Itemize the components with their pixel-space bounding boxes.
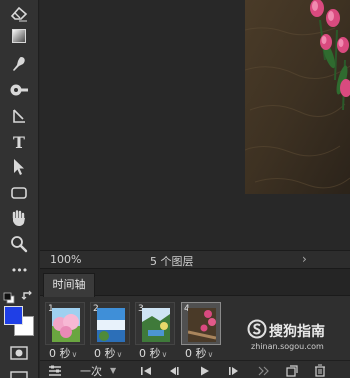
first-frame-icon[interactable] (140, 362, 152, 378)
document-info: 5 个图层 (150, 255, 194, 268)
frame-1[interactable]: 1 (45, 302, 85, 345)
delay-caret-icon: ∨ (116, 350, 123, 359)
sogou-watermark: 搜狗指南 zhinan.sogou.com (247, 318, 347, 358)
delay-caret-icon: ∨ (71, 350, 78, 359)
timeline-controls: 一次 ▼ (40, 360, 350, 378)
screen-mode-icon[interactable] (10, 367, 28, 378)
tulip-photo (245, 0, 350, 194)
zoom-level[interactable]: 100% (50, 253, 81, 266)
gradient-tool-icon[interactable] (6, 24, 32, 48)
chevron-down-icon: ▼ (110, 366, 117, 375)
frame-4[interactable]: 4 (181, 302, 221, 345)
next-frame-icon[interactable] (228, 362, 240, 378)
swap-colors-icon[interactable] (21, 288, 35, 302)
frame-3[interactable]: 3 (135, 302, 175, 345)
watermark-title: 搜狗指南 (269, 324, 325, 340)
status-menu-arrow-icon[interactable]: › (302, 252, 307, 266)
pen-tool-icon[interactable] (6, 104, 32, 128)
more-tools-icon[interactable]: ••• (6, 258, 32, 282)
frame-thumbnail (188, 308, 216, 342)
tween-frames-icon[interactable] (258, 362, 272, 378)
document-canvas[interactable] (40, 0, 350, 250)
panel-tab-bar: 时间轴 (40, 269, 350, 297)
delete-frame-icon[interactable] (314, 362, 326, 378)
frame-3-delay[interactable]: 0 秒∨ (139, 345, 167, 361)
frame-thumbnail (52, 308, 80, 342)
delay-caret-icon: ∨ (207, 350, 214, 359)
delay-caret-icon: ∨ (161, 350, 168, 359)
rectangle-tool-icon[interactable] (6, 181, 32, 205)
eraser-tool-icon[interactable] (6, 2, 32, 26)
blur-tool-icon[interactable] (6, 52, 32, 76)
frame-2[interactable]: 2 (90, 302, 130, 345)
zoom-tool-icon[interactable] (6, 232, 32, 256)
sogou-logo-icon (247, 319, 267, 339)
foreground-color-swatch[interactable] (4, 306, 23, 325)
loop-options-value: 一次 (80, 364, 102, 378)
frame-4-delay[interactable]: 0 秒∨ (185, 345, 213, 361)
watermark-url: zhinan.sogou.com (251, 342, 324, 351)
frame-2-delay[interactable]: 0 秒∨ (94, 345, 122, 361)
loop-options-select[interactable]: 一次 ▼ (80, 362, 116, 378)
quick-mask-icon[interactable] (10, 345, 28, 360)
dodge-tool-icon[interactable] (6, 78, 32, 102)
tools-panel: T ••• (0, 0, 39, 378)
type-tool-icon[interactable]: T (6, 130, 32, 154)
duplicate-frame-icon[interactable] (286, 362, 298, 378)
frame-thumbnail (142, 308, 170, 342)
previous-frame-icon[interactable] (168, 362, 180, 378)
hand-tool-icon[interactable] (6, 206, 32, 230)
frame-1-delay[interactable]: 0 秒∨ (49, 345, 77, 361)
path-selection-tool-icon[interactable] (6, 155, 32, 179)
status-bar: 100% 5 个图层 › (40, 250, 350, 268)
tab-timeline[interactable]: 时间轴 (43, 273, 95, 297)
play-icon[interactable] (200, 362, 210, 378)
frame-thumbnail (97, 308, 125, 342)
convert-to-video-timeline-icon[interactable] (48, 362, 62, 378)
default-colors-icon[interactable] (3, 289, 15, 304)
